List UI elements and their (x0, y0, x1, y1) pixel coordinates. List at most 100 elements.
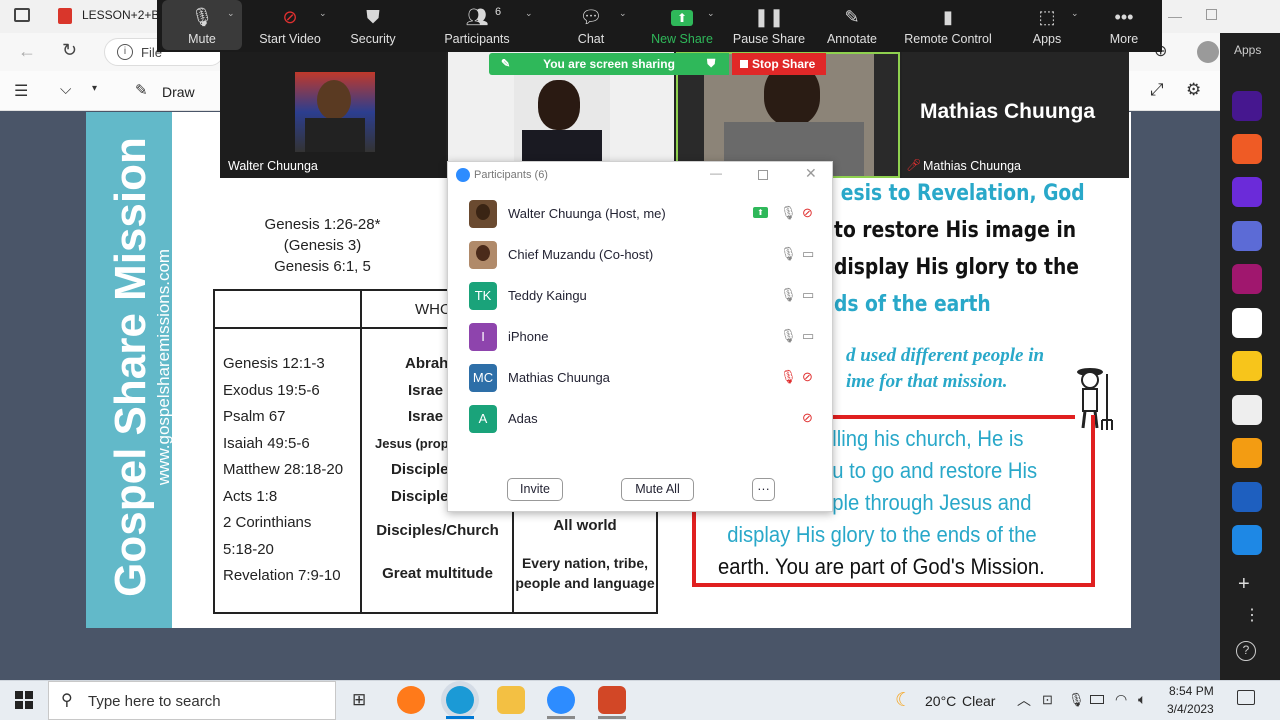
back-arrow-icon[interactable]: ← (18, 41, 36, 62)
maximize-icon[interactable] (758, 170, 768, 180)
invite-button[interactable]: Invite (507, 478, 563, 501)
video-off-icon[interactable]: ⊘ (802, 205, 813, 221)
refresh-icon[interactable]: ↻ (62, 40, 77, 61)
mouse-icon: ▮ (943, 7, 953, 27)
minimize-icon[interactable]: — (710, 166, 722, 180)
maximize-icon[interactable] (1206, 9, 1217, 20)
who-item: Great multitude (382, 564, 493, 582)
participant-avatar: MC (469, 364, 497, 392)
more-button[interactable]: ••• More (1099, 0, 1149, 52)
orange-app-icon[interactable] (1232, 134, 1262, 164)
chevron-down-icon[interactable]: ⌄ (707, 8, 715, 19)
add-app-plus-icon[interactable]: + (1238, 573, 1250, 596)
chevron-down-icon[interactable]: ⌄ (319, 8, 327, 19)
emoji-app-icon[interactable] (1232, 351, 1262, 381)
zoom-app-icon[interactable] (547, 686, 575, 714)
mic-on-icon[interactable]: 🎙︎ (780, 328, 797, 344)
tray-onedrive-icon[interactable]: ⊡ (1042, 692, 1053, 708)
info-icon: i (117, 44, 133, 60)
tray-mic-icon[interactable]: 🎙︎ (1068, 692, 1085, 708)
apps-label[interactable]: Apps (1234, 43, 1261, 57)
stop-share-button[interactable]: Stop Share (732, 53, 826, 75)
video-on-icon[interactable]: ▭ (802, 328, 814, 344)
tray-chevron-up-icon[interactable]: ︿ (1017, 690, 1031, 710)
sesh-app-icon[interactable] (1232, 308, 1262, 338)
window-sidebar-icon[interactable] (14, 8, 30, 22)
grid-app-icon[interactable] (1232, 438, 1262, 468)
blue-e-app-icon[interactable] (1232, 525, 1262, 555)
video-tile-walter[interactable]: Walter Chuunga (220, 52, 446, 178)
taskbar-active-indicator (598, 716, 626, 719)
chevron-down-icon[interactable]: ⌄ (1071, 8, 1079, 19)
chevron-down-icon[interactable]: ⌄ (525, 8, 533, 19)
powerpoint-icon[interactable] (598, 686, 626, 714)
blue-ring-app-icon[interactable] (1232, 221, 1262, 251)
edge-icon[interactable] (446, 686, 474, 714)
toolbar-label: Apps (1032, 32, 1062, 46)
draw-pen-icon[interactable]: ✎ (135, 81, 148, 99)
tray-battery-icon[interactable] (1090, 695, 1104, 704)
file-explorer-icon[interactable] (497, 686, 525, 714)
participant-row[interactable]: MC Mathias Chuunga 🎙︎ ⊘ (448, 359, 832, 400)
mute-all-button[interactable]: Mute All (621, 478, 694, 501)
participant-row[interactable]: TK Teddy Kaingu 🎙︎ ▭ (448, 277, 832, 318)
highlighter-icon[interactable]: ⌵ (60, 81, 71, 98)
contents-list-icon[interactable]: ☰ (14, 81, 28, 101)
sync-app-icon[interactable] (1232, 482, 1262, 512)
browser-tab-title[interactable]: LESSON+2+B (82, 8, 157, 22)
where-every-nation: Every nation, tribe, people and language (515, 555, 655, 591)
weather-condition[interactable]: Clear (962, 693, 995, 709)
chevron-down-icon[interactable]: ⌄ (227, 8, 235, 19)
chevron-down-icon[interactable]: ⌄ (619, 8, 627, 19)
twine-app-icon[interactable] (1232, 395, 1262, 425)
video-on-icon[interactable]: ▭ (802, 246, 814, 262)
kahoot-app-icon[interactable] (1232, 91, 1262, 121)
weather-moon-icon[interactable]: ☾ (895, 689, 912, 712)
sidebar-more-icon[interactable]: ⋮ (1244, 605, 1260, 625)
weather-temp[interactable]: 20°C (925, 693, 956, 709)
draw-button[interactable]: Draw (162, 84, 195, 100)
chat-button[interactable]: 💬︎ Chat (557, 0, 625, 52)
notifications-icon[interactable] (1237, 690, 1255, 705)
taskbar-search-box[interactable]: ⚲ Type here to search (48, 681, 336, 720)
profile-avatar[interactable] (1197, 41, 1219, 63)
annotate-button[interactable]: ✎ Annotate (817, 0, 887, 52)
task-view-icon[interactable]: ⊞ (352, 690, 366, 710)
mic-muted-icon[interactable]: 🎙︎ (780, 369, 797, 385)
remote-control-button[interactable]: ▮ Remote Control (895, 0, 1001, 52)
minimize-icon[interactable]: — (1168, 8, 1182, 24)
mic-on-icon[interactable]: 🎙︎ (780, 246, 797, 262)
purple-app-icon[interactable] (1232, 264, 1262, 294)
participants-button[interactable]: 👥︎ Participants (439, 0, 515, 52)
chevron-down-icon[interactable]: ▾ (92, 83, 97, 94)
security-button[interactable]: ⛊ Security (337, 0, 409, 52)
start-video-button[interactable]: ⊘ Start Video (252, 0, 328, 52)
clock-date[interactable]: 3/4/2023 (1167, 702, 1214, 716)
video-on-icon[interactable]: ▭ (802, 287, 814, 303)
mic-on-icon[interactable]: 🎙︎ (780, 287, 797, 303)
tray-volume-icon[interactable]: 🔈︎ (1138, 691, 1146, 708)
clock-time[interactable]: 8:54 PM (1169, 684, 1214, 698)
close-icon[interactable]: ✕ (805, 165, 817, 182)
windows-start-icon[interactable] (15, 691, 33, 709)
participant-row[interactable]: I iPhone 🎙︎ ▭ (448, 318, 832, 359)
screen-sharing-banner[interactable]: ✎ You are screen sharing ⛊ (489, 53, 729, 75)
participant-row[interactable]: A Adas ⊘ (448, 400, 832, 441)
help-icon[interactable]: ? (1236, 641, 1256, 661)
participant-row[interactable]: Walter Chuunga (Host, me) ⬆ 🎙︎ ⊘ (448, 195, 832, 236)
firefox-icon[interactable] (397, 686, 425, 714)
settings-gear-icon[interactable]: ⚙ (1186, 80, 1201, 100)
apps-button[interactable]: ⬚ Apps (1017, 0, 1077, 52)
participant-row[interactable]: Chief Muzandu (Co-host) 🎙︎ ▭ (448, 236, 832, 277)
pause-share-button[interactable]: ❚❚ Pause Share (731, 0, 807, 52)
wordwall-app-icon[interactable] (1232, 177, 1262, 207)
video-off-icon[interactable]: ⊘ (802, 369, 813, 385)
fit-expand-icon[interactable]: ⤢ (1150, 80, 1164, 100)
video-tile-mathias[interactable]: Mathias Chuunga 🎤︎ Mathias Chuunga (902, 52, 1129, 178)
tray-wifi-icon[interactable]: ◠ (1115, 691, 1127, 708)
mic-on-icon[interactable]: 🎙︎ (780, 205, 797, 221)
more-options-button[interactable]: ··· (752, 478, 775, 501)
reference-item: 2 Corinthians (223, 514, 312, 531)
video-off-icon[interactable]: ⊘ (802, 410, 813, 426)
italic-line: d used different people in (846, 345, 1045, 366)
